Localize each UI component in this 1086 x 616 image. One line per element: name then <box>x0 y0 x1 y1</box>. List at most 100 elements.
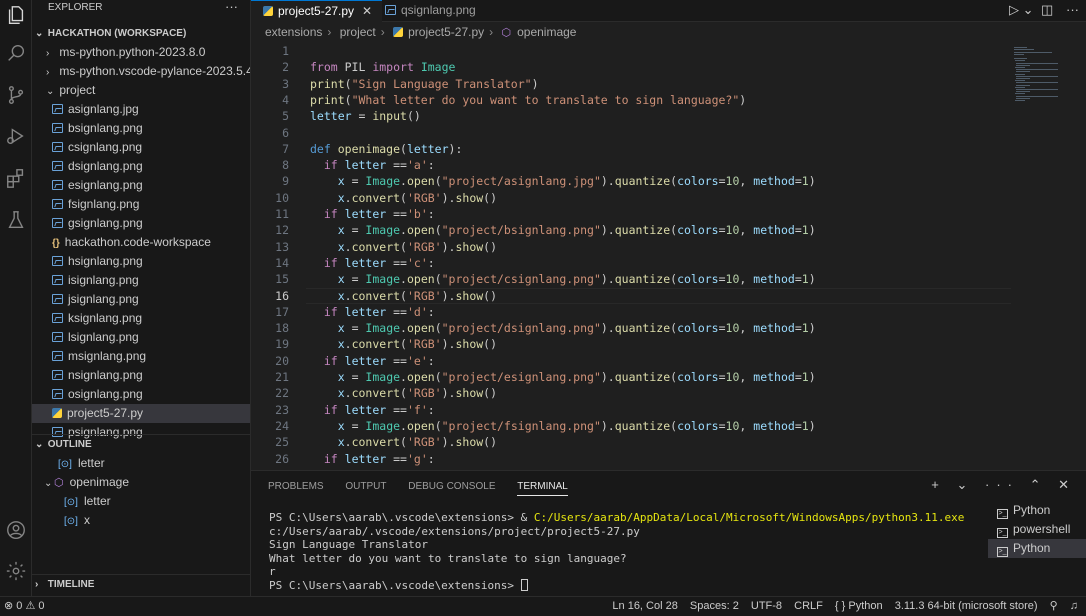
explorer-icon[interactable] <box>0 0 32 30</box>
file-item[interactable]: nsignlang.png <box>32 366 250 385</box>
file-item[interactable]: msignlang.png <box>32 347 250 366</box>
file-item[interactable]: asignlang.jpg <box>32 100 250 119</box>
terminal-output[interactable]: PS C:\Users\aarab\.vscode\extensions> & … <box>269 511 975 592</box>
source-control-icon[interactable] <box>0 80 32 110</box>
chevron-right-icon: › <box>35 579 39 590</box>
file-item[interactable]: lsignlang.png <box>32 328 250 347</box>
code-line[interactable]: 2 from PIL import Image <box>251 59 455 75</box>
file-item[interactable]: fsignlang.png <box>32 195 250 214</box>
run-debug-icon[interactable] <box>0 121 32 151</box>
code-line[interactable]: 18 x = Image.open("project/dsignlang.png… <box>251 320 815 336</box>
file-item[interactable]: bsignlang.png <box>32 119 250 138</box>
run-play-icon[interactable]: ▷ ⌄ <box>1009 2 1034 18</box>
feedback-icon[interactable]: ⚲ <box>1050 600 1058 612</box>
minimap[interactable] <box>1014 42 1066 142</box>
code-line[interactable]: 1 <box>251 43 289 59</box>
breadcrumb-item[interactable]: extensions <box>265 25 322 39</box>
file-item[interactable]: esignlang.png <box>32 176 250 195</box>
python-interpreter[interactable]: 3.11.3 64-bit (microsoft store) <box>895 600 1038 612</box>
account-icon[interactable] <box>0 515 32 545</box>
code-line[interactable]: 21 x = Image.open("project/esignlang.png… <box>251 369 815 385</box>
code-line[interactable]: 6 <box>251 125 289 141</box>
cursor-position[interactable]: Ln 16, Col 28 <box>612 600 677 612</box>
file-item[interactable]: {} hackathon.code-workspace <box>32 233 250 252</box>
terminal-item[interactable]: >_ Python <box>988 539 1086 558</box>
tab-project5-27-py[interactable]: project5-27.py ✕ <box>251 0 383 22</box>
explorer-more-button[interactable]: ··· <box>225 0 238 15</box>
terminal-icon: >_ <box>997 547 1008 557</box>
folder-item[interactable]: › ms-python.vscode-pylance-2023.5.40 <box>32 62 250 81</box>
indentation[interactable]: Spaces: 2 <box>690 600 739 612</box>
tab-debug-console[interactable]: DEBUG CONSOLE <box>408 481 495 495</box>
encoding[interactable]: UTF-8 <box>751 600 782 612</box>
terminal-item[interactable]: >_ Python <box>988 501 1086 520</box>
code-line[interactable]: 26 if letter =='g': <box>251 451 435 467</box>
tab-problems[interactable]: PROBLEMS <box>268 481 324 495</box>
code-line[interactable]: 25 x.convert('RGB').show() <box>251 434 497 450</box>
file-item[interactable]: jsignlang.png <box>32 290 250 309</box>
code-line[interactable]: 24 x = Image.open("project/fsignlang.png… <box>251 418 815 434</box>
search-icon[interactable] <box>0 38 32 68</box>
timeline-header[interactable]: › TIMELINE <box>32 575 250 594</box>
folder-item[interactable]: › ms-python.python-2023.8.0 <box>32 43 250 62</box>
code-line[interactable]: 22 x.convert('RGB').show() <box>251 385 497 401</box>
code-line[interactable]: 10 x.convert('RGB').show() <box>251 190 497 206</box>
file-item[interactable]: osignlang.png <box>32 385 250 404</box>
file-item[interactable]: isignlang.png <box>32 271 250 290</box>
code-line[interactable]: 19 x.convert('RGB').show() <box>251 336 497 352</box>
testing-icon[interactable] <box>0 205 32 235</box>
code-line[interactable]: 7 def openimage(letter): <box>251 141 462 157</box>
notifications-bell-icon[interactable]: ♫ <box>1070 600 1078 612</box>
folder-item-project[interactable]: ⌄ project <box>32 81 250 100</box>
split-editor-icon[interactable]: ◫ <box>1041 2 1053 18</box>
code-line[interactable]: 11 if letter =='b': <box>251 206 435 222</box>
file-item[interactable]: gsignlang.png <box>32 214 250 233</box>
file-item[interactable]: ksignlang.png <box>32 309 250 328</box>
code-line[interactable]: 12 x = Image.open("project/bsignlang.png… <box>251 222 815 238</box>
code-line[interactable]: 5 letter = input() <box>251 108 421 124</box>
breadcrumb-item[interactable]: openimage <box>517 25 576 39</box>
more-actions-icon[interactable]: ··· <box>1066 2 1079 17</box>
code-line[interactable]: 15 x = Image.open("project/csignlang.png… <box>251 271 815 287</box>
language-mode[interactable]: { } Python <box>835 600 883 612</box>
code-line[interactable]: 4 print("What letter do you want to trans… <box>251 92 746 108</box>
outline-header[interactable]: ⌄ OUTLINE <box>32 435 250 454</box>
tab-qsignlang-png[interactable]: qsignlang.png <box>373 0 486 22</box>
tab-terminal[interactable]: TERMINAL <box>517 481 568 496</box>
code-line[interactable]: 3 print("Sign Language Translator") <box>251 76 538 92</box>
terminal-item[interactable]: >_ powershell <box>988 520 1086 539</box>
line-number: 3 <box>282 76 289 91</box>
breadcrumb-item[interactable]: project <box>340 25 376 39</box>
close-tab-icon[interactable]: ✕ <box>362 4 372 18</box>
extensions-icon[interactable] <box>0 163 32 193</box>
tab-output[interactable]: OUTPUT <box>345 481 386 495</box>
code-line[interactable]: 9 x = Image.open("project/asignlang.jpg"… <box>251 173 816 189</box>
code-line[interactable]: 13 x.convert('RGB').show() <box>251 239 497 255</box>
code-editor[interactable]: 1 2 from PIL import Image 3 print("Sign Lang… <box>251 42 1086 470</box>
code-line[interactable]: 23 if letter =='f': <box>251 402 435 418</box>
file-item[interactable]: project5-27.py <box>32 404 250 423</box>
minimap-line <box>1014 51 1052 53</box>
outline-item[interactable]: [⊙] letter <box>32 492 250 511</box>
line-ending[interactable]: CRLF <box>794 600 823 612</box>
problems-status[interactable]: ⊗ 0 ⚠ 0 <box>4 597 44 616</box>
code-text: print("Sign Language Translator") <box>310 76 539 91</box>
outline-item[interactable]: [⊙] x <box>32 511 250 530</box>
file-item[interactable]: hsignlang.png <box>32 252 250 271</box>
file-item[interactable]: csignlang.png <box>32 138 250 157</box>
json-file-icon: {} <box>52 238 60 249</box>
code-text: if letter =='e': <box>323 353 435 368</box>
workspace-section[interactable]: ⌄ HACKATHON (WORKSPACE) <box>32 24 250 43</box>
panel-actions[interactable]: + ⌄ ··· ⌃ ✕ <box>931 477 1076 493</box>
settings-gear-icon[interactable] <box>0 556 32 586</box>
file-item[interactable]: dsignlang.png <box>32 157 250 176</box>
code-line[interactable]: 8 if letter =='a': <box>251 157 435 173</box>
outline-item[interactable]: ⌄ ⬡ openimage <box>32 473 250 492</box>
editor-tabs: project5-27.py ✕ qsignlang.png ▷ ⌄ ◫ ··· <box>251 0 1086 22</box>
code-line[interactable]: 14 if letter =='c': <box>251 255 435 271</box>
code-line[interactable]: 20 if letter =='e': <box>251 353 435 369</box>
code-line[interactable]: 17 if letter =='d': <box>251 304 435 320</box>
outline-item[interactable]: [⊙] letter <box>32 454 250 473</box>
code-line[interactable]: 16 x.convert('RGB').show() <box>251 288 497 304</box>
breadcrumb-item[interactable]: project5-27.py <box>408 25 484 39</box>
